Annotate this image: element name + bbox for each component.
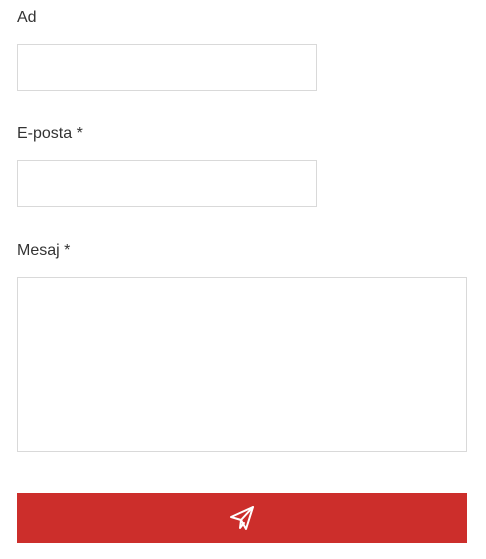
email-input[interactable] xyxy=(17,160,317,207)
send-button[interactable] xyxy=(17,493,467,543)
paper-plane-icon xyxy=(228,504,256,532)
message-textarea[interactable] xyxy=(17,277,467,452)
name-label: Ad xyxy=(17,9,37,26)
name-input[interactable] xyxy=(17,44,317,91)
message-label: Mesaj * xyxy=(17,242,71,259)
email-label: E-posta * xyxy=(17,125,83,142)
